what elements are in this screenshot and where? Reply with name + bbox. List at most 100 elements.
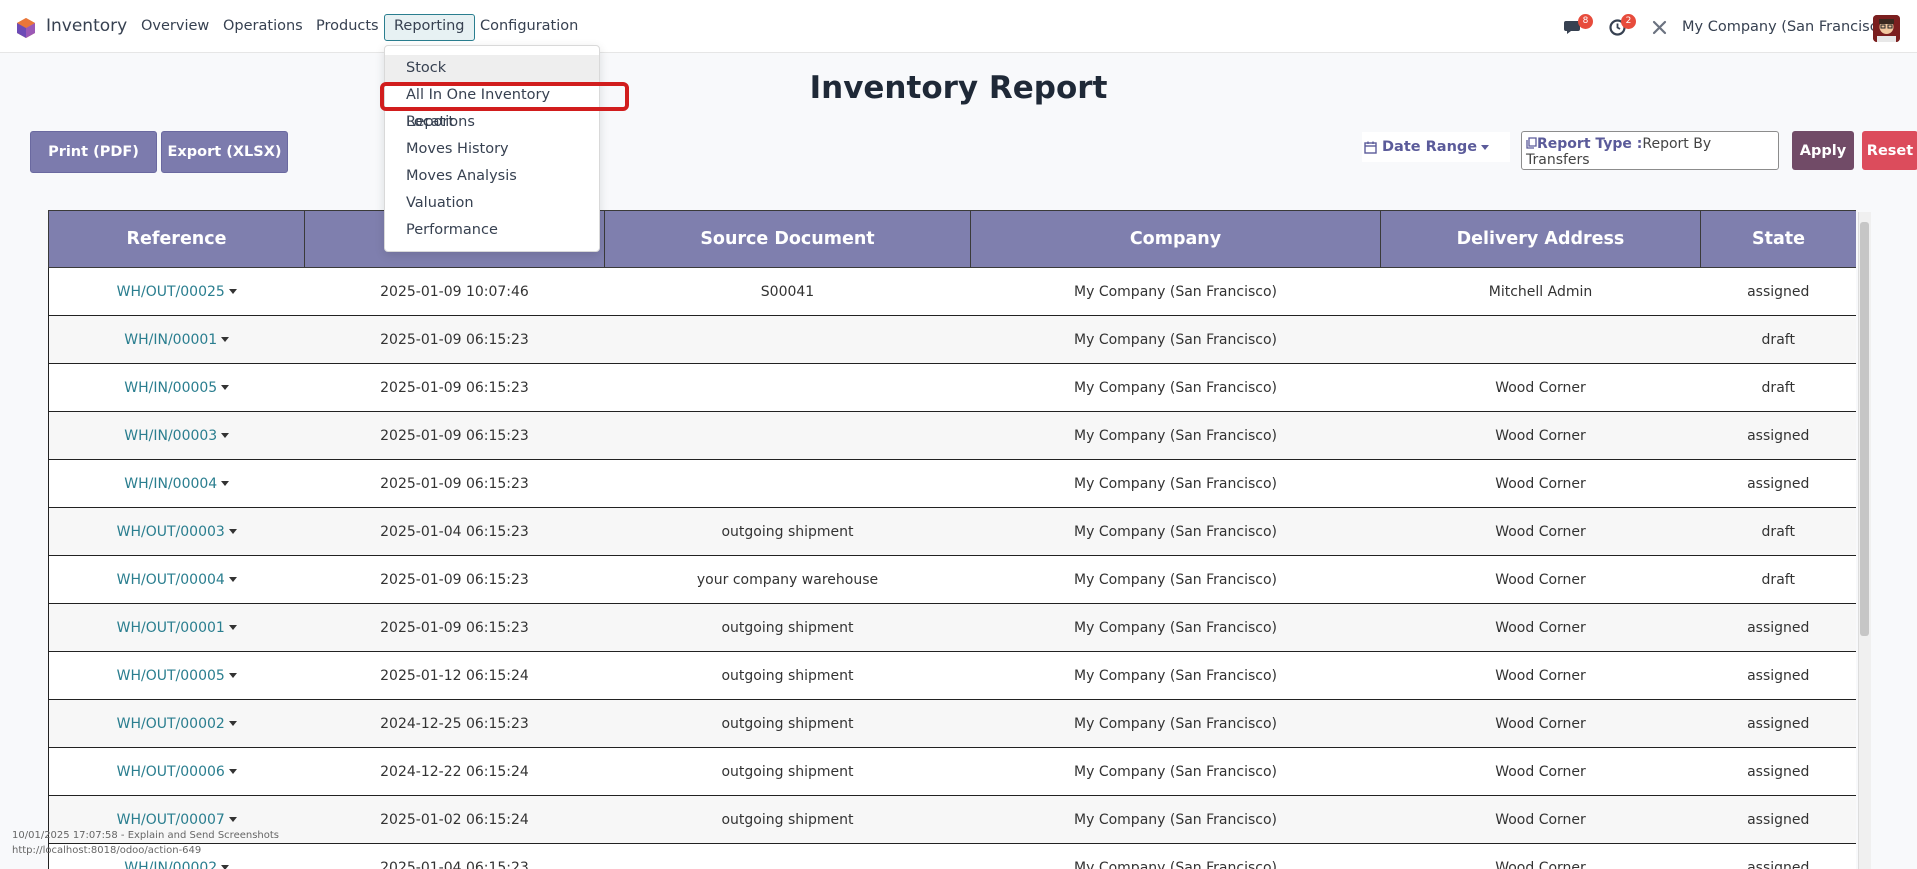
cell-state: assigned <box>1700 459 1856 508</box>
cell-reference[interactable]: WH/IN/00003 <box>48 411 305 460</box>
chevron-down-icon[interactable] <box>228 721 237 726</box>
cell-source-document <box>604 843 971 869</box>
dropdown-item-moves-analysis[interactable]: Moves Analysis <box>385 163 599 190</box>
table-row[interactable]: WH/OUT/00005 2025-01-12 06:15:24 outgoing … <box>48 651 1856 700</box>
table-row[interactable]: WH/OUT/00003 2025-01-04 06:15:23 outgoing … <box>48 507 1856 556</box>
table-row[interactable]: WH/OUT/00004 2025-01-09 06:15:23 your comp… <box>48 555 1856 604</box>
user-avatar[interactable] <box>1873 15 1900 42</box>
inventory-report-table: Reference Source Document Company Delive… <box>48 210 1856 869</box>
cell-delivery-address: Wood Corner <box>1380 699 1701 748</box>
reference-link[interactable]: WH/IN/00005 <box>124 380 217 396</box>
reporting-dropdown: Stock All In One Inventory Report Locati… <box>384 45 600 252</box>
cell-reference[interactable]: WH/OUT/00002 <box>48 699 305 748</box>
menu-configuration[interactable]: Configuration <box>480 18 578 34</box>
dropdown-item-performance[interactable]: Performance <box>385 217 599 244</box>
reference-link[interactable]: WH/IN/00003 <box>124 428 217 444</box>
cell-company: My Company (San Francisco) <box>970 459 1381 508</box>
table-row[interactable]: WH/IN/00005 2025-01-09 06:15:23 My Company… <box>48 363 1856 412</box>
debug-tools-icon[interactable] <box>1652 20 1667 35</box>
cell-state: assigned <box>1700 411 1856 460</box>
report-type-select[interactable]: Report Type :Report By Transfers <box>1521 131 1779 170</box>
table-row[interactable]: WH/OUT/00006 2024-12-22 06:15:24 outgoing … <box>48 747 1856 796</box>
dropdown-item-moves-history[interactable]: Moves History <box>385 136 599 163</box>
column-header-reference[interactable]: Reference <box>48 210 305 268</box>
cell-source-document: S00041 <box>604 267 971 316</box>
cell-reference[interactable]: WH/OUT/00006 <box>48 747 305 796</box>
print-pdf-button[interactable]: Print (PDF) <box>30 131 157 173</box>
chevron-down-icon[interactable] <box>228 673 237 678</box>
apply-button[interactable]: Apply <box>1792 131 1854 170</box>
reference-link[interactable]: WH/OUT/00001 <box>117 620 225 636</box>
table-row[interactable]: WH/OUT/00025 2025-01-09 10:07:46 S00041 My … <box>48 267 1856 316</box>
chevron-down-icon[interactable] <box>221 385 230 390</box>
cell-reference[interactable]: WH/OUT/00025 <box>48 267 305 316</box>
table-scrollbar-thumb[interactable] <box>1860 222 1869 636</box>
menu-products[interactable]: Products <box>316 18 379 34</box>
cell-state: assigned <box>1700 747 1856 796</box>
table-row[interactable]: WH/IN/00001 2025-01-09 06:15:23 My Company… <box>48 315 1856 364</box>
cell-reference[interactable]: WH/OUT/00004 <box>48 555 305 604</box>
cell-company: My Company (San Francisco) <box>970 843 1381 869</box>
cell-company: My Company (San Francisco) <box>970 699 1381 748</box>
reference-link[interactable]: WH/OUT/00006 <box>117 764 225 780</box>
chevron-down-icon[interactable] <box>228 769 237 774</box>
cell-date: 2024-12-25 06:15:23 <box>304 699 605 748</box>
chevron-down-icon[interactable] <box>221 865 230 869</box>
dropdown-item-valuation[interactable]: Valuation <box>385 190 599 217</box>
reference-link[interactable]: WH/OUT/00025 <box>117 284 225 300</box>
table-row[interactable]: WH/IN/00002 2025-01-04 06:15:23 My Company… <box>48 843 1856 869</box>
calendar-icon <box>1364 141 1377 154</box>
chevron-down-icon[interactable] <box>228 625 237 630</box>
column-header-company[interactable]: Company <box>970 210 1381 268</box>
table-row[interactable]: WH/OUT/00001 2025-01-09 06:15:23 outgoing … <box>48 603 1856 652</box>
report-type-label: Report Type : <box>1537 136 1643 152</box>
cell-reference[interactable]: WH/IN/00004 <box>48 459 305 508</box>
chevron-down-icon[interactable] <box>221 481 230 486</box>
company-switcher[interactable]: My Company (San Francisco) <box>1682 19 1892 35</box>
chevron-down-icon[interactable] <box>228 289 237 294</box>
column-header-source-document[interactable]: Source Document <box>604 210 971 268</box>
date-range-filter[interactable]: Date Range <box>1362 132 1510 162</box>
chevron-down-icon[interactable] <box>221 337 230 342</box>
table-row[interactable]: WH/IN/00004 2025-01-09 06:15:23 My Company… <box>48 459 1856 508</box>
table-row[interactable]: WH/OUT/00007 2025-01-02 06:15:24 outgoing … <box>48 795 1856 844</box>
table-row[interactable]: WH/IN/00003 2025-01-09 06:15:23 My Company… <box>48 411 1856 460</box>
menu-operations[interactable]: Operations <box>223 18 303 34</box>
cell-reference[interactable]: WH/OUT/00001 <box>48 603 305 652</box>
cell-reference[interactable]: WH/OUT/00005 <box>48 651 305 700</box>
cell-date: 2025-01-09 06:15:23 <box>304 459 605 508</box>
cell-source-document: outgoing shipment <box>604 507 971 556</box>
reference-link[interactable]: WH/IN/00002 <box>124 860 217 869</box>
cell-reference[interactable]: WH/IN/00005 <box>48 363 305 412</box>
reset-button[interactable]: Reset <box>1862 131 1917 170</box>
app-name[interactable]: Inventory <box>46 16 127 36</box>
dropdown-item-stock[interactable]: Stock <box>385 55 599 82</box>
report-icon <box>1526 137 1537 149</box>
chevron-down-icon[interactable] <box>221 433 230 438</box>
menu-overview[interactable]: Overview <box>141 18 209 34</box>
chevron-down-icon[interactable] <box>228 529 237 534</box>
reference-link[interactable]: WH/OUT/00002 <box>117 716 225 732</box>
reference-link[interactable]: WH/OUT/00003 <box>117 524 225 540</box>
cell-reference[interactable]: WH/IN/00001 <box>48 315 305 364</box>
column-header-delivery-address[interactable]: Delivery Address <box>1380 210 1701 268</box>
dropdown-item-locations[interactable]: Locations <box>385 109 599 136</box>
reference-link[interactable]: WH/IN/00004 <box>124 476 217 492</box>
cell-date: 2025-01-04 06:15:23 <box>304 507 605 556</box>
cell-state: draft <box>1700 363 1856 412</box>
reference-link[interactable]: WH/OUT/00005 <box>117 668 225 684</box>
reference-link[interactable]: WH/OUT/00004 <box>117 572 225 588</box>
inventory-app-icon[interactable] <box>16 17 36 39</box>
cell-delivery-address: Mitchell Admin <box>1380 267 1701 316</box>
column-header-state[interactable]: State <box>1700 210 1856 268</box>
chevron-down-icon[interactable] <box>228 577 237 582</box>
export-xlsx-button[interactable]: Export (XLSX) <box>161 131 288 173</box>
table-row[interactable]: WH/OUT/00002 2024-12-25 06:15:23 outgoing … <box>48 699 1856 748</box>
cell-reference[interactable]: WH/OUT/00003 <box>48 507 305 556</box>
reference-link[interactable]: WH/OUT/00007 <box>117 812 225 828</box>
menu-reporting[interactable]: Reporting <box>384 14 475 41</box>
reference-link[interactable]: WH/IN/00001 <box>124 332 217 348</box>
chevron-down-icon <box>1481 144 1490 150</box>
cell-state: assigned <box>1700 651 1856 700</box>
chevron-down-icon[interactable] <box>228 817 237 822</box>
